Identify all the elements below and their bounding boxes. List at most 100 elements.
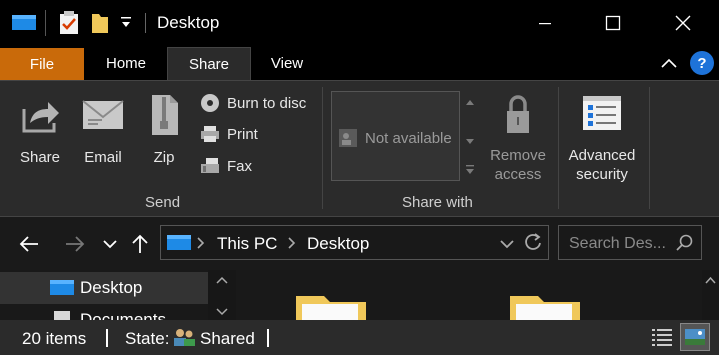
group-separator: [322, 87, 323, 209]
disc-icon: [201, 94, 219, 112]
shared-users-icon: [172, 327, 196, 351]
up-button[interactable]: [127, 231, 153, 257]
burn-to-disc-label: Burn to disc: [227, 94, 307, 112]
breadcrumb-this-pc[interactable]: This PC: [217, 234, 277, 254]
refresh-icon: [525, 233, 541, 250]
title-bar: Desktop: [0, 0, 719, 46]
back-button[interactable]: [16, 231, 42, 257]
minimize-button[interactable]: [522, 0, 568, 46]
breadcrumb-desktop[interactable]: Desktop: [307, 234, 369, 254]
share-button[interactable]: Share: [14, 93, 66, 166]
status-bar: 20 items State: Shared: [0, 320, 719, 355]
new-folder-icon[interactable]: [92, 11, 108, 39]
navigation-bar: This PC Desktop Search Des...: [0, 217, 719, 270]
tab-home[interactable]: Home: [86, 46, 166, 80]
maximize-icon: [605, 15, 621, 31]
item-count: 20 items: [22, 329, 87, 348]
nav-item-label: Desktop: [80, 278, 143, 297]
fax-label: Fax: [227, 157, 253, 175]
arrow-up-icon: [132, 234, 148, 253]
nav-item-desktop-row[interactable]: Desktop: [50, 278, 142, 298]
status-separator: [106, 329, 108, 347]
share-label: Share: [19, 149, 61, 166]
remove-access-label-1: Remove: [490, 147, 546, 164]
breadcrumb-chevron-icon[interactable]: [287, 236, 297, 254]
arrow-left-icon: [19, 236, 38, 252]
collapse-ribbon-button[interactable]: [657, 52, 681, 76]
ribbon-tabs: File Home Share View ?: [0, 46, 719, 80]
large-icons-view-button[interactable]: [680, 323, 710, 351]
close-button[interactable]: [660, 0, 706, 46]
help-button[interactable]: ?: [690, 51, 714, 75]
recent-locations-button[interactable]: [97, 231, 123, 257]
address-history-dropdown[interactable]: [499, 237, 515, 254]
file-list: [236, 270, 702, 322]
burn-to-disc-button[interactable]: Burn to disc: [200, 93, 306, 113]
users-icon: [339, 129, 357, 147]
gallery-scroll-controls[interactable]: [462, 91, 478, 181]
minimize-icon: [539, 23, 551, 25]
zip-icon: [152, 95, 178, 135]
remove-access-label-2: access: [494, 166, 542, 183]
nav-item-documents[interactable]: Documents: [50, 310, 166, 320]
tab-file[interactable]: File: [0, 48, 84, 80]
gallery-scroll-icon: [466, 100, 474, 174]
qa-separator: [45, 10, 47, 40]
print-button[interactable]: Print: [200, 125, 258, 143]
tab-share[interactable]: Share: [167, 47, 251, 80]
remove-access-button[interactable]: Remove access: [484, 93, 552, 183]
customize-toolbar-icon[interactable]: [120, 15, 132, 33]
scroll-up-icon: [705, 276, 716, 284]
arrow-right-icon: [66, 236, 85, 252]
scroll-arrows-icon: [216, 276, 228, 316]
window-folder-icon[interactable]: [12, 12, 36, 36]
details-view-icon: [652, 329, 672, 346]
advanced-security-button[interactable]: Advanced security: [564, 93, 640, 183]
chevron-down-icon: [103, 240, 117, 249]
desktop-icon: [50, 280, 74, 295]
maximize-button[interactable]: [590, 0, 636, 46]
nav-item-label: Documents: [80, 310, 166, 320]
documents-icon: [54, 311, 70, 320]
breadcrumb-chevron-icon[interactable]: [196, 236, 206, 254]
ribbon-share-panel: Share Email Zip Burn to disc Print Fax S…: [0, 80, 719, 217]
group-separator: [649, 87, 650, 209]
group-separator: [558, 87, 559, 209]
address-bar[interactable]: This PC Desktop: [160, 225, 549, 260]
advanced-security-label-1: Advanced: [568, 147, 636, 164]
group-label-share-with: Share with: [402, 194, 473, 211]
search-icon[interactable]: [675, 234, 693, 256]
close-icon: [675, 15, 691, 31]
search-box[interactable]: Search Des...: [558, 225, 702, 260]
state-value: Shared: [200, 329, 255, 348]
advanced-security-label-2: security: [576, 166, 628, 183]
folder-icon: [510, 296, 580, 322]
window-title: Desktop: [157, 13, 220, 32]
chevron-up-icon: [661, 58, 677, 68]
not-available-label: Not available: [365, 129, 452, 147]
email-button[interactable]: Email: [78, 93, 128, 166]
print-label: Print: [227, 125, 258, 143]
navigation-pane: Desktop Documents: [0, 270, 208, 320]
forward-button[interactable]: [62, 231, 88, 257]
refresh-button[interactable]: [523, 232, 543, 256]
details-view-button[interactable]: [650, 326, 674, 352]
folder-icon: [296, 296, 366, 322]
tab-view[interactable]: View: [252, 46, 322, 80]
printer-icon: [201, 126, 219, 142]
title-separator: [145, 13, 146, 33]
share-with-gallery[interactable]: Not available: [331, 91, 460, 181]
this-pc-location-icon: [167, 234, 191, 256]
status-separator: [267, 329, 269, 347]
search-placeholder: Search Des...: [569, 235, 666, 252]
security-checklist-icon: [583, 96, 621, 130]
fax-button[interactable]: Fax: [200, 157, 252, 175]
gallery-item-not-available: Not available: [338, 128, 452, 148]
file-list-scrollbar[interactable]: [702, 270, 719, 320]
large-icons-view-icon: [685, 329, 705, 345]
group-label-send: Send: [145, 194, 181, 211]
properties-icon[interactable]: [59, 11, 79, 39]
zip-button[interactable]: Zip: [142, 93, 186, 166]
navigation-pane-scrollbar[interactable]: [208, 270, 236, 320]
chevron-down-icon: [500, 240, 514, 249]
